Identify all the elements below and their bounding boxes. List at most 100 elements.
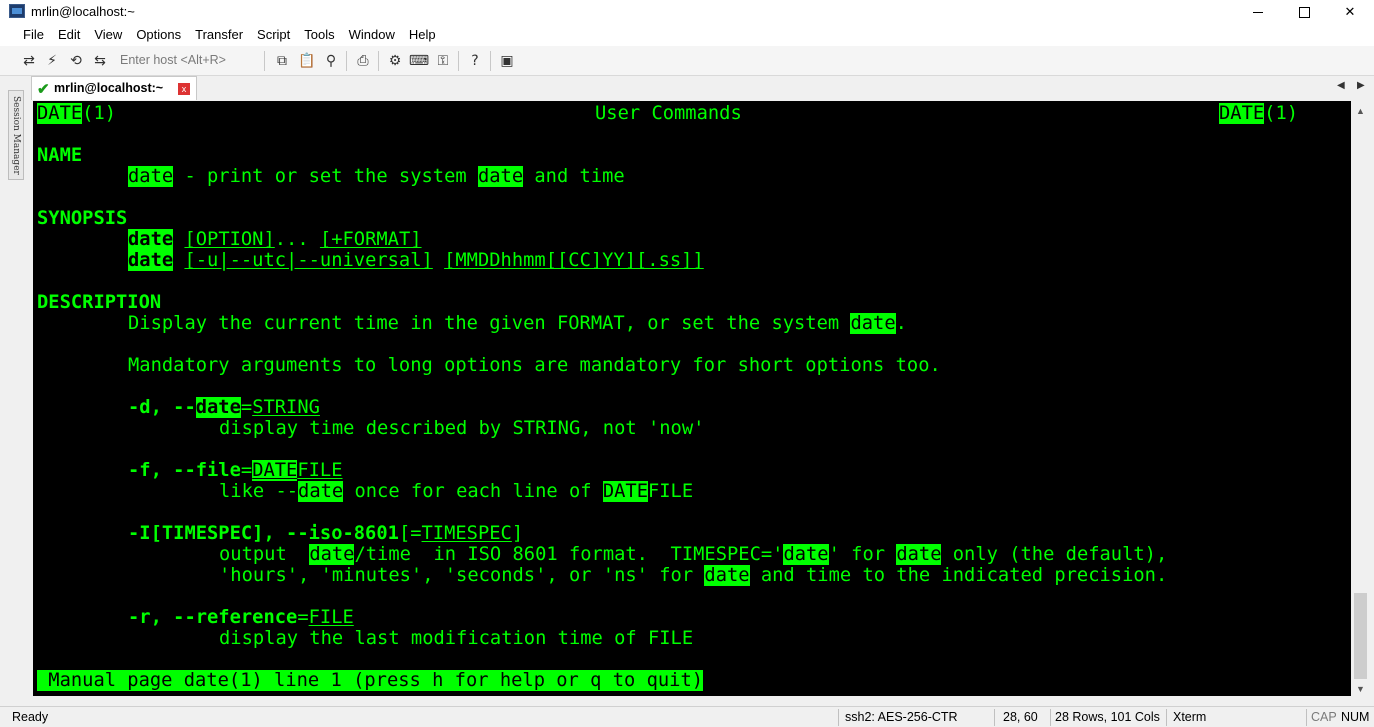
status-divider	[1166, 709, 1167, 726]
settings-gear-icon[interactable]: ⚙	[386, 52, 404, 70]
syn1-format: [+FORMAT]	[319, 229, 422, 250]
synopsis-line-2: date [-u|--utc|--universal] [MMDDhhmm[[C…	[128, 250, 704, 271]
menu-window[interactable]: Window	[342, 25, 402, 45]
opt-d-date: date	[195, 397, 241, 418]
opt-i-l1-b: /time in ISO 8601 format. TIMESPEC='	[354, 544, 784, 565]
status-divider	[1050, 709, 1051, 726]
tab-scroll-left-icon[interactable]: ◀	[1337, 80, 1345, 91]
option-f: -f, --file=DATEFILE	[128, 460, 343, 481]
find-icon[interactable]: ⚲	[322, 52, 340, 70]
status-num-lock: NUM	[1341, 710, 1370, 724]
status-ready: Ready	[12, 710, 49, 724]
session-tab-row: ✔ mrlin@localhost:~ x ◀ ▶	[31, 76, 1374, 100]
option-r: -r, --reference=FILE	[128, 607, 354, 628]
option-d: -d, --date=STRING	[128, 397, 320, 418]
desc1-end: .	[895, 313, 907, 334]
opt-d-eq: =	[240, 397, 253, 418]
option-r-desc: display the last modification time of FI…	[219, 628, 694, 649]
paste-icon[interactable]: 📋	[298, 52, 316, 70]
pager-status-line: Manual page date(1) line 1 (press h for …	[37, 670, 704, 691]
menu-file[interactable]: File	[16, 25, 51, 45]
opt-r-arg: FILE	[308, 607, 354, 628]
status-divider	[1306, 709, 1307, 726]
synopsis-line-1: date [OPTION]... [+FORMAT]	[128, 229, 422, 250]
print-icon[interactable]: ⎙	[354, 52, 372, 70]
opt-i-l2-date: date	[704, 565, 750, 586]
opt-r-eq: =	[297, 607, 309, 628]
header-left-suffix: (1)	[82, 103, 117, 124]
menu-tools[interactable]: Tools	[297, 25, 341, 45]
syn2-utc: [-u|--utc|--universal]	[184, 250, 433, 271]
opt-f-eq: =	[240, 460, 253, 481]
connected-check-icon: ✔	[37, 81, 50, 98]
toolbar-separator	[378, 51, 379, 71]
status-cursor-position: 28, 60	[1003, 710, 1038, 724]
syn2-mmdd: [MMDDhhmm[[CC]YY][.ss]]	[444, 250, 704, 271]
opt-i-arg: TIMESPEC	[421, 523, 512, 544]
terminal-screen[interactable]: DATE(1) User Commands DATE(1) NAME date - …	[33, 101, 1351, 696]
securecrt-app-icon	[9, 4, 25, 18]
copy-icon[interactable]: ⧉	[273, 52, 291, 70]
status-divider	[994, 709, 995, 726]
syn1-date: date	[128, 229, 174, 250]
scrollbar-thumb[interactable]	[1354, 593, 1367, 679]
toolbar-separator	[346, 51, 347, 71]
connect-icon[interactable]: ⇄	[20, 52, 38, 70]
status-dimensions: 28 Rows, 101 Cols	[1055, 710, 1160, 724]
status-bar: Ready ssh2: AES-256-CTR 28, 60 28 Rows, …	[0, 706, 1374, 727]
opt-i-l1-a: output	[219, 544, 310, 565]
syn1-dots: ...	[274, 229, 309, 250]
syn2-date: date	[128, 250, 174, 271]
status-divider	[838, 709, 839, 726]
opt-i-prefix: -I[TIMESPEC], --iso-8601	[128, 523, 399, 544]
key-icon[interactable]: ⚿	[434, 52, 452, 70]
syn1-option: [OPTION]	[184, 229, 275, 250]
opt-i-l1-d: only (the default),	[941, 544, 1168, 565]
name-line: date - print or set the system date and …	[128, 166, 625, 187]
opt-f-desc-date: date	[298, 481, 344, 502]
name-end: and time	[523, 166, 625, 187]
synopsis-heading: SYNOPSIS	[37, 208, 128, 229]
toolbar-separator	[490, 51, 491, 71]
opt-f-arg-file: FILE	[297, 460, 343, 481]
session-tab[interactable]: ✔ mrlin@localhost:~ x	[31, 76, 197, 100]
menu-edit[interactable]: Edit	[51, 25, 87, 45]
opt-f-desc2: once for each line of	[343, 481, 603, 502]
enter-host-field[interactable]: Enter host <Alt+R>	[120, 53, 226, 67]
title-bar: mrlin@localhost:~ ✕	[0, 0, 1374, 24]
opt-i-bracket-open: [=	[398, 523, 422, 544]
session-manager-label: Session Manager	[11, 95, 21, 175]
disconnect-icon[interactable]: ⇆	[91, 52, 109, 70]
header-center: User Commands	[595, 103, 742, 124]
close-window-button[interactable]: ✕	[1327, 0, 1373, 24]
header-right: DATE	[1219, 103, 1265, 124]
opt-i-l2-a: 'hours', 'minutes', 'seconds', or 'ns' f…	[219, 565, 705, 586]
minimize-button[interactable]	[1235, 0, 1281, 24]
opt-i-l1-date: date	[309, 544, 355, 565]
name-heading: NAME	[37, 145, 83, 166]
status-terminal-type: Xterm	[1173, 710, 1207, 724]
terminal-scrollbar[interactable]: ▲ ▼	[1352, 101, 1369, 701]
close-tab-icon[interactable]: x	[178, 83, 190, 95]
keymap-icon[interactable]: ⌨	[409, 52, 429, 70]
desc1-text: Display the current time in the given FO…	[128, 313, 851, 334]
menu-script[interactable]: Script	[250, 25, 297, 45]
option-i-desc-1: output date/time in ISO 8601 format. TIM…	[219, 544, 1167, 565]
menu-bar: File Edit View Options Transfer Script T…	[0, 24, 1374, 46]
reconnect-icon[interactable]: ⟲	[67, 52, 85, 70]
maximize-button[interactable]	[1281, 0, 1327, 24]
menu-help[interactable]: Help	[402, 25, 443, 45]
quick-connect-icon[interactable]: ⚡	[43, 52, 61, 70]
tab-scroll-right-icon[interactable]: ▶	[1357, 80, 1365, 91]
securecrt-icon[interactable]: ▣	[498, 52, 516, 70]
menu-options[interactable]: Options	[129, 25, 188, 45]
opt-f-desc1: like --	[219, 481, 299, 502]
help-icon[interactable]: ?	[466, 52, 484, 70]
scroll-up-icon[interactable]: ▲	[1352, 103, 1369, 120]
menu-view[interactable]: View	[87, 25, 129, 45]
scroll-down-icon[interactable]: ▼	[1352, 681, 1369, 698]
toolbar-separator	[458, 51, 459, 71]
opt-i-l1-date3: date	[896, 544, 942, 565]
opt-i-bracket-close: ]	[511, 523, 524, 544]
menu-transfer[interactable]: Transfer	[188, 25, 250, 45]
